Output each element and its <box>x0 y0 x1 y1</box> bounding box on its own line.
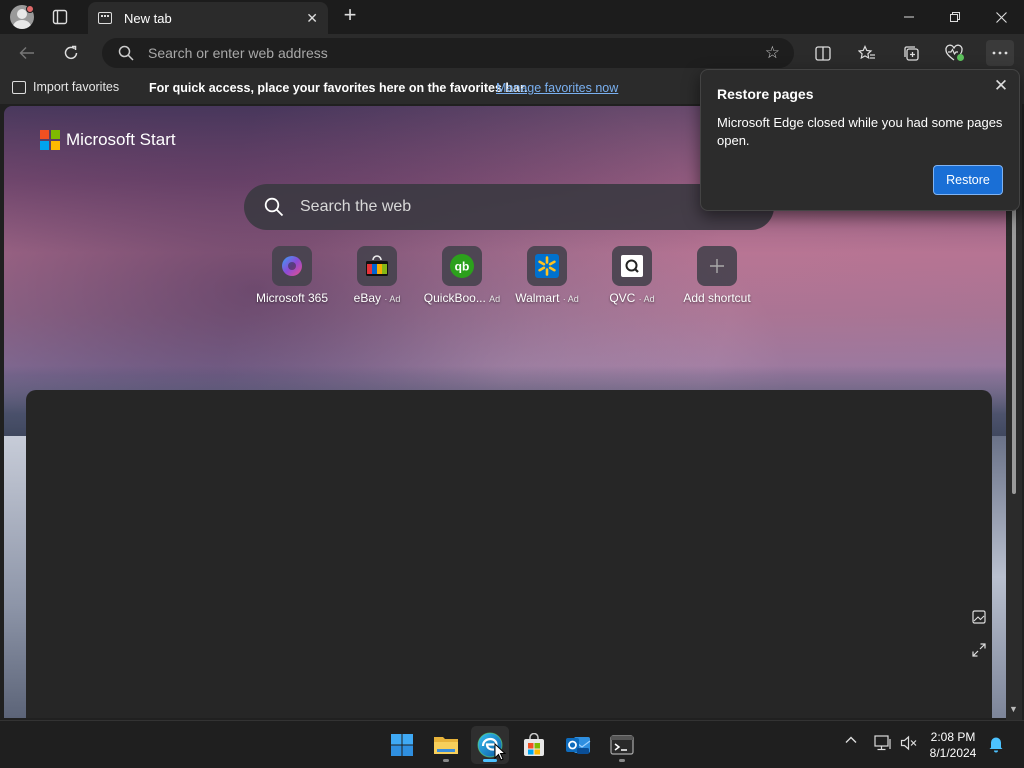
microsoft-logo-icon <box>40 130 60 150</box>
outlook-icon <box>566 737 591 754</box>
manage-favorites-link[interactable]: Manage favorites now <box>496 81 618 95</box>
ad-badge: Ad <box>489 294 501 304</box>
favorites-bar-message: For quick access, place your favorites h… <box>149 81 528 95</box>
close-window-icon[interactable] <box>978 0 1024 34</box>
shortcut-microsoft-365[interactable]: Microsoft 365 <box>247 246 337 305</box>
expand-icon[interactable] <box>970 641 988 659</box>
shortcut-label: Walmart <box>515 291 560 305</box>
news-feed-panel <box>26 390 992 718</box>
microsoft-365-icon <box>272 246 312 286</box>
ad-badge: · Ad <box>638 294 655 304</box>
brand-name: Microsoft Start <box>66 130 176 149</box>
show-hidden-icons-chevron-up-icon[interactable] <box>844 733 858 750</box>
tab-new-tab[interactable]: New tab ✕ <box>88 2 328 34</box>
walmart-icon <box>527 246 567 286</box>
split-screen-icon[interactable] <box>810 41 836 65</box>
dialog-message: Microsoft Edge closed while you had some… <box>717 115 1003 148</box>
restore-pages-dialog: ✕ Restore pages Microsoft Edge closed wh… <box>700 69 1020 211</box>
clock-date: 8/1/2024 <box>929 746 977 760</box>
browser-essentials-icon[interactable] <box>942 41 968 65</box>
address-bar[interactable]: ☆ <box>102 38 794 68</box>
shortcut-quickbooks[interactable]: qb QuickBoo... Ad <box>417 246 507 305</box>
terminal-icon <box>610 735 634 755</box>
tab-title: New tab <box>124 10 172 26</box>
running-indicator <box>443 759 449 762</box>
start-button[interactable] <box>383 726 421 764</box>
minimize-icon[interactable] <box>886 0 932 34</box>
shortcut-label: QuickBoo... <box>423 291 486 305</box>
outlook-new-button[interactable] <box>559 726 597 764</box>
qvc-icon <box>612 246 652 286</box>
plus-icon <box>697 246 737 286</box>
back-arrow-icon[interactable] <box>14 41 40 65</box>
folder-icon <box>434 737 458 754</box>
address-input[interactable] <box>148 43 728 63</box>
dialog-title: Restore pages <box>717 86 814 102</box>
scrollbar-thumb[interactable] <box>1012 204 1016 494</box>
ebay-icon <box>357 246 397 286</box>
volume-muted-icon[interactable] <box>900 735 918 754</box>
restore-button[interactable]: Restore <box>933 165 1003 195</box>
title-bar: New tab ✕ + <box>0 0 1024 34</box>
import-favorites-button[interactable]: Import favorites <box>12 80 119 94</box>
web-search-input[interactable] <box>300 197 740 217</box>
new-tab-plus-icon[interactable]: + <box>338 4 362 28</box>
settings-more-icon[interactable] <box>986 40 1014 66</box>
browser-toolbar: ☆ <box>0 34 1024 72</box>
tab-actions-icon <box>52 9 68 25</box>
shortcut-qvc[interactable]: QVC · Ad <box>587 246 677 305</box>
notification-bell-icon[interactable] <box>988 735 1004 756</box>
favorites-icon[interactable] <box>854 41 880 65</box>
shortcut-walmart[interactable]: Walmart · Ad <box>502 246 592 305</box>
import-icon <box>12 80 26 94</box>
taskbar-clock[interactable]: 2:08 PM 8/1/2024 <box>918 729 988 761</box>
import-favorites-label: Import favorites <box>33 80 120 94</box>
shortcut-add[interactable]: Add shortcut <box>672 246 762 305</box>
running-indicator <box>619 759 625 762</box>
ad-badge: · Ad <box>562 294 579 304</box>
shortcut-label: Add shortcut <box>683 291 751 305</box>
taskbar: 2:08 PM 8/1/2024 <box>0 720 1024 768</box>
clock-time: 2:08 PM <box>930 730 976 744</box>
profile-status-dot <box>26 5 34 13</box>
refresh-icon[interactable] <box>58 41 84 65</box>
network-icon[interactable] <box>874 735 892 754</box>
collections-icon[interactable] <box>898 41 924 65</box>
windows-logo-icon <box>391 734 413 756</box>
close-icon[interactable]: ✕ <box>991 76 1011 96</box>
search-icon <box>118 45 134 61</box>
microsoft-start-logo[interactable]: Microsoft Start <box>40 130 176 150</box>
tab-close-icon[interactable]: ✕ <box>306 10 318 27</box>
terminal-button[interactable] <box>603 726 641 764</box>
web-search-box[interactable] <box>244 184 774 230</box>
quickbooks-icon: qb <box>442 246 482 286</box>
file-explorer-button[interactable] <box>427 726 465 764</box>
background-image-icon[interactable] <box>970 608 988 626</box>
tab-actions-button[interactable] <box>48 5 72 29</box>
mouse-cursor-icon <box>494 743 506 761</box>
favorite-star-icon[interactable]: ☆ <box>765 43 780 63</box>
shortcut-label: QVC <box>609 291 636 305</box>
store-icon <box>524 733 544 756</box>
svg-text:qb: qb <box>455 260 470 274</box>
background-snow-left <box>4 436 26 718</box>
ad-badge: · Ad <box>384 294 401 304</box>
shortcut-label: Microsoft 365 <box>255 291 329 305</box>
search-icon <box>264 197 284 217</box>
shortcut-label: eBay <box>353 291 381 305</box>
new-tab-page-icon <box>98 12 112 24</box>
restore-window-icon[interactable] <box>932 0 978 34</box>
scroll-down-arrow-icon[interactable]: ▼ <box>1009 704 1018 714</box>
shortcut-ebay[interactable]: eBay · Ad <box>332 246 422 305</box>
microsoft-store-button[interactable] <box>515 726 553 764</box>
